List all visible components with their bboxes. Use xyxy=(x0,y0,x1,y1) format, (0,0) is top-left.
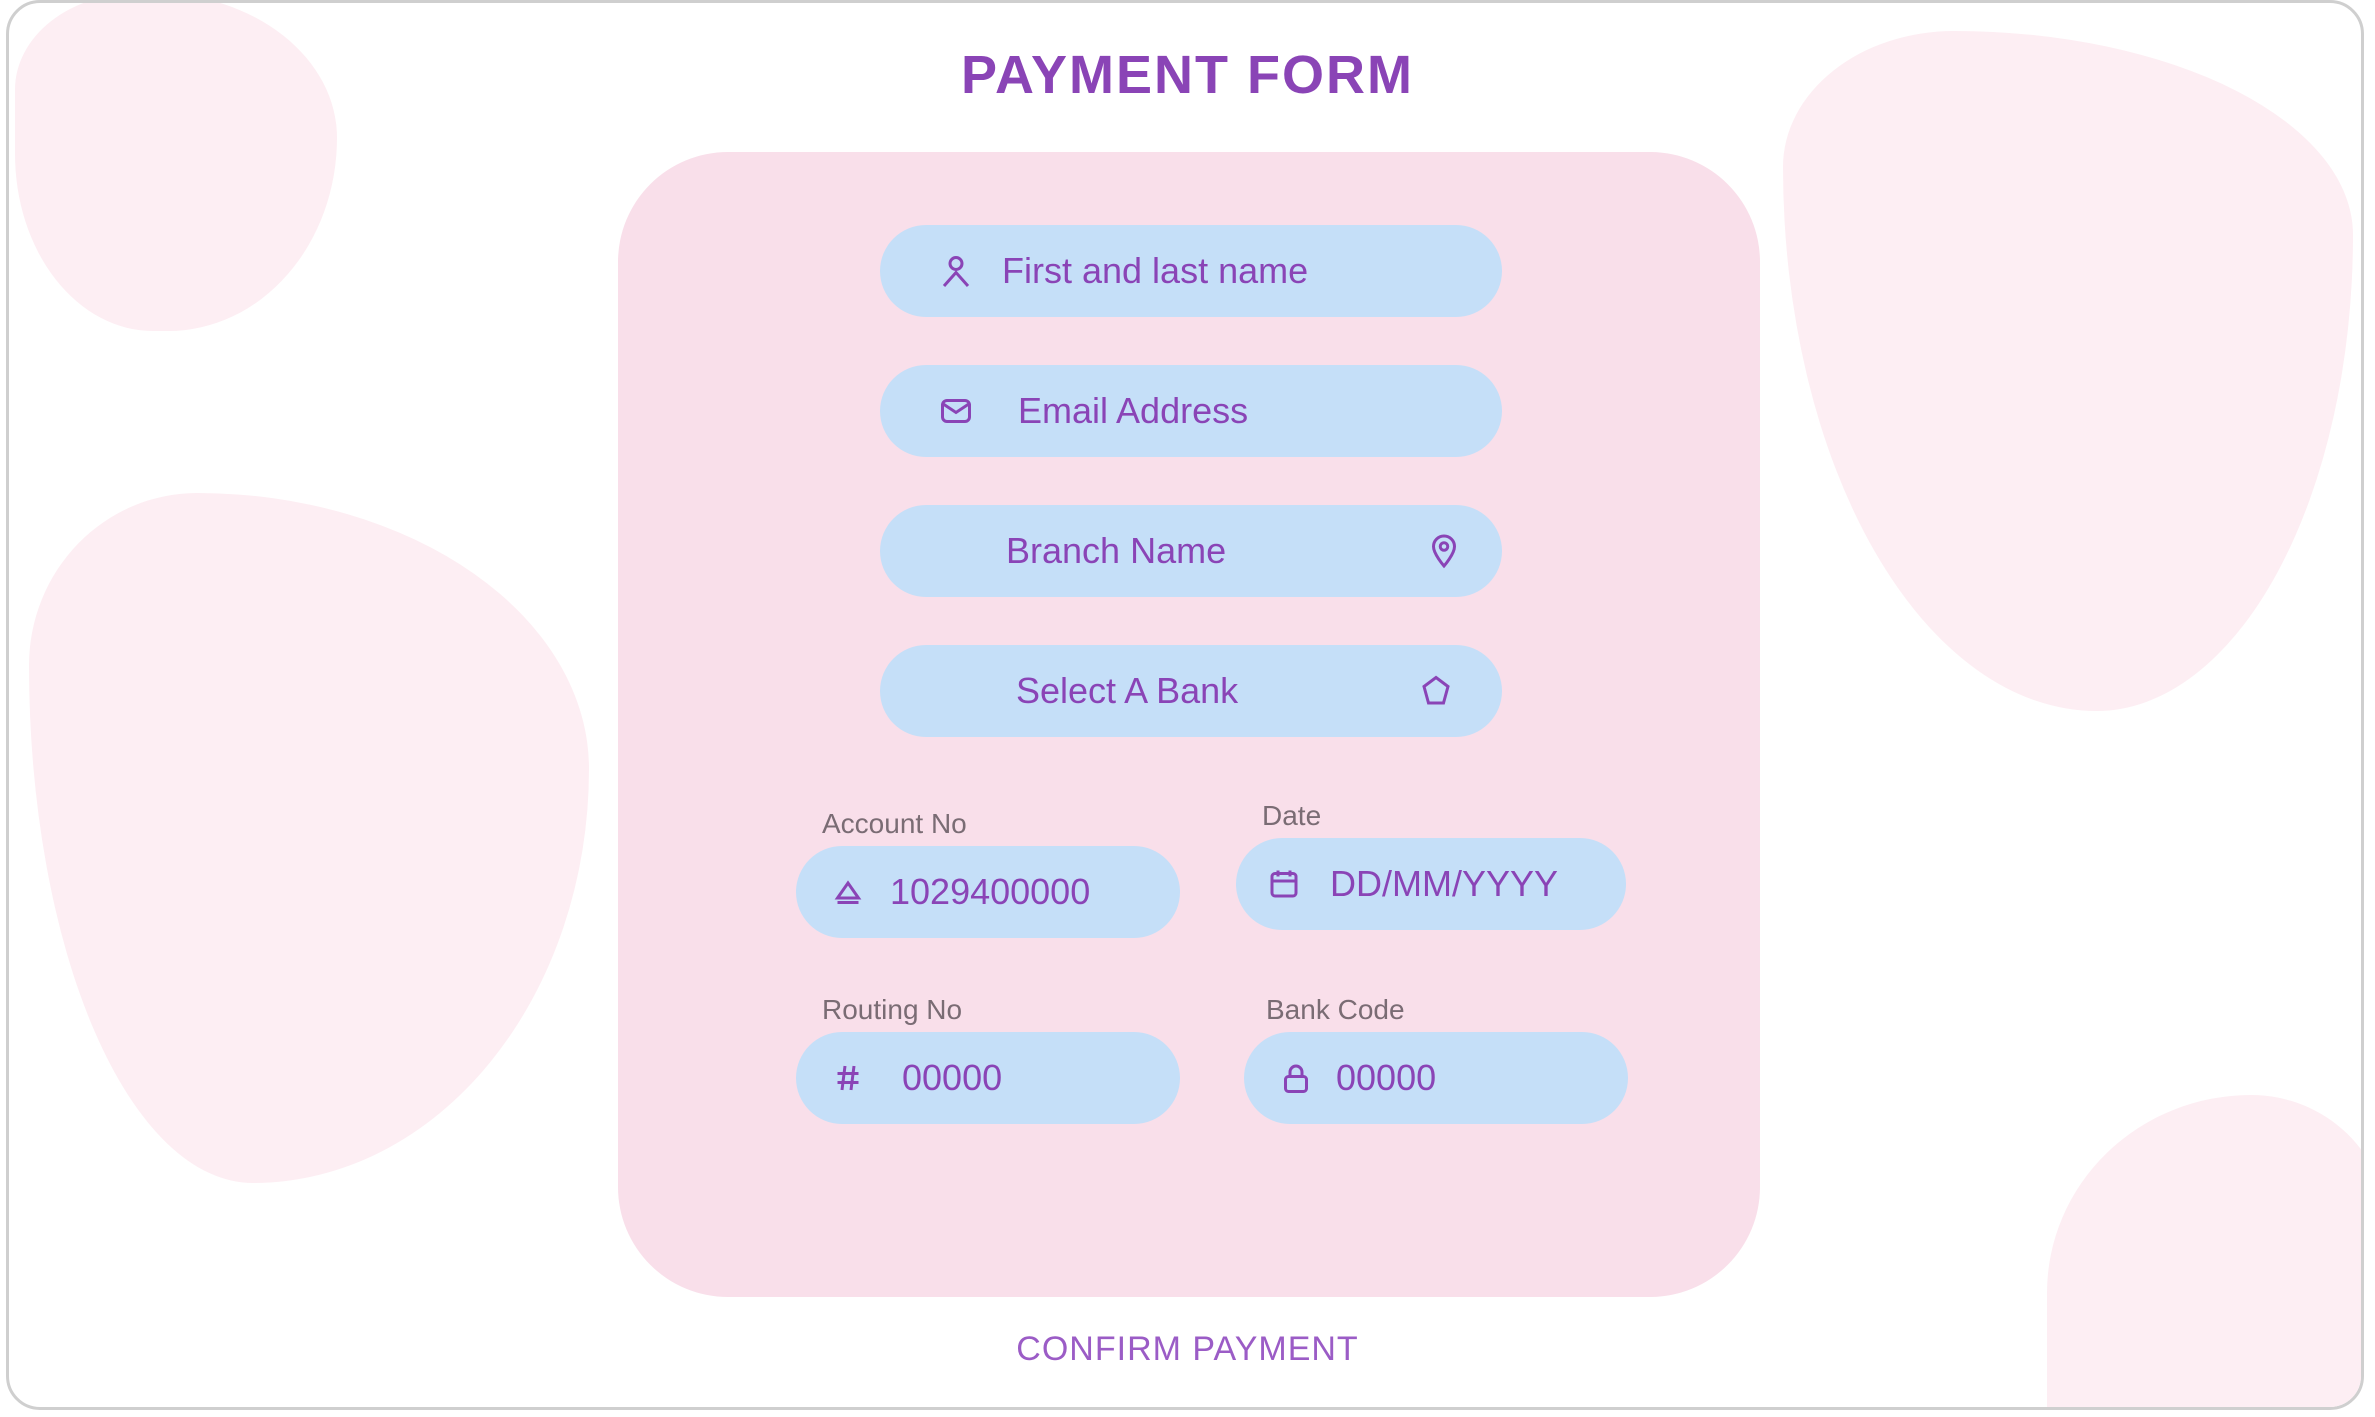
bank-select-placeholder: Select A Bank xyxy=(1016,670,1239,711)
lock-icon xyxy=(1278,1060,1314,1096)
email-placeholder: Email Address xyxy=(1018,390,1249,431)
date-placeholder: DD/MM/YYYY xyxy=(1330,863,1559,904)
user-icon xyxy=(938,253,974,289)
location-icon xyxy=(1426,533,1462,569)
account-number-placeholder: 1029400000 xyxy=(890,871,1091,912)
card-icon xyxy=(830,874,866,910)
bank-code-label: Bank Code xyxy=(1266,994,1405,1025)
date-label: Date xyxy=(1262,800,1322,831)
page-title: PAYMENT FORM xyxy=(960,45,1415,105)
email-input[interactable]: Email Address xyxy=(880,365,1502,457)
routing-number-placeholder: 00000 xyxy=(902,1057,1003,1098)
name-input[interactable]: First and last name xyxy=(880,225,1502,317)
bank-code-input[interactable]: 00000 xyxy=(1244,1032,1628,1124)
decorative-blob-middle-left xyxy=(29,493,589,1183)
confirm-payment-button[interactable]: CONFIRM PAYMENT xyxy=(0,1330,2375,1369)
hash-icon xyxy=(830,1060,866,1096)
name-placeholder: First and last name xyxy=(1002,250,1309,291)
date-input[interactable]: DD/MM/YYYY xyxy=(1236,838,1626,930)
routing-number-input[interactable]: 00000 xyxy=(796,1032,1180,1124)
account-number-label: Account No xyxy=(822,808,967,839)
calendar-icon xyxy=(1266,866,1302,902)
confirm-payment-label: CONFIRM PAYMENT xyxy=(1016,1330,1359,1368)
bank-icon xyxy=(1418,673,1454,709)
bank-code-placeholder: 00000 xyxy=(1336,1057,1437,1098)
bank-select[interactable]: Select A Bank xyxy=(880,645,1502,737)
decorative-blob-top-right xyxy=(1783,31,2353,711)
account-number-input[interactable]: 1029400000 xyxy=(796,846,1180,938)
branch-placeholder: Branch Name xyxy=(1006,530,1227,571)
mail-icon xyxy=(938,393,974,429)
routing-number-label: Routing No xyxy=(822,994,963,1025)
branch-input[interactable]: Branch Name xyxy=(880,505,1502,597)
